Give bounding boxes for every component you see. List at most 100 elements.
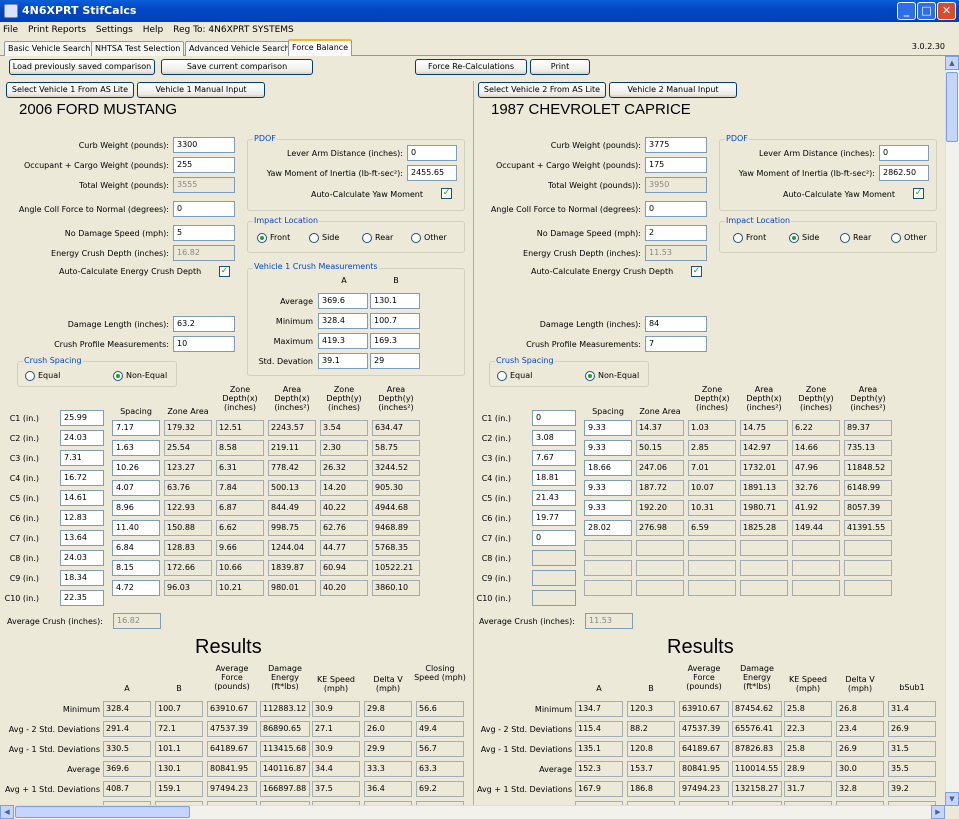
v2-average-crush-label: Average Crush (inches): xyxy=(479,617,575,626)
save-comparison-button[interactable]: Save current comparison xyxy=(161,59,313,75)
v1-c6-field[interactable]: 12.83 xyxy=(60,510,104,526)
v2-zone-5-col-1[interactable]: 9.33 xyxy=(584,500,632,516)
v1-zone-4-col-1[interactable]: 4.07 xyxy=(112,480,160,496)
print-button[interactable]: Print xyxy=(530,59,590,75)
v1-impact-rear-radio[interactable] xyxy=(362,233,372,243)
menu-print-reports[interactable]: Print Reports xyxy=(28,25,86,35)
v2-zone-3-col-1[interactable]: 18.66 xyxy=(584,460,632,476)
v2-spacing-nonequal-radio[interactable] xyxy=(585,371,595,381)
v1-lever-arm-field[interactable]: 0 xyxy=(407,145,457,161)
v2-select-from-as-lite-button[interactable]: Select Vehicle 2 From AS Lite xyxy=(478,82,606,98)
menu-settings[interactable]: Settings xyxy=(96,25,133,35)
v1-c1-field[interactable]: 25.99 xyxy=(60,410,104,426)
v2-lever-arm-field[interactable]: 0 xyxy=(879,145,929,161)
tab-advanced-vehicle-search[interactable]: Advanced Vehicle Search xyxy=(185,41,294,56)
v1-auto-energy-crush-checkbox[interactable]: ✓ xyxy=(219,266,230,277)
v1-curb-weight-field[interactable]: 3300 xyxy=(173,137,235,153)
v2-c5-field[interactable]: 21.43 xyxy=(532,490,576,506)
v1-results-cell: 56.6 xyxy=(416,701,464,717)
v2-damage-length-field[interactable]: 84 xyxy=(645,316,707,332)
v2-c4-field[interactable]: 18.81 xyxy=(532,470,576,486)
v1-zone-9-col-1[interactable]: 4.72 xyxy=(112,580,160,596)
v1-zone-6-col-1[interactable]: 11.40 xyxy=(112,520,160,536)
v1-results-cell: 64189.67 xyxy=(207,741,257,757)
v2-c7-field[interactable]: 0 xyxy=(532,530,576,546)
v2-curb-weight-field[interactable]: 3775 xyxy=(645,137,707,153)
v1-results-cell: 408.7 xyxy=(103,781,151,797)
v1-no-damage-speed-field[interactable]: 5 xyxy=(173,225,235,241)
v2-c3-field[interactable]: 7.67 xyxy=(532,450,576,466)
v2-zone-4-col-1[interactable]: 9.33 xyxy=(584,480,632,496)
v2-c2-field[interactable]: 3.08 xyxy=(532,430,576,446)
v2-occupant-cargo-weight-field[interactable]: 175 xyxy=(645,157,707,173)
close-button[interactable]: ✕ xyxy=(937,2,956,20)
v2-angle-coll-force-field[interactable]: 0 xyxy=(645,201,707,217)
v2-c6-field[interactable]: 19.77 xyxy=(532,510,576,526)
v1-yaw-moment-field[interactable]: 2455.65 xyxy=(407,165,457,181)
v1-zone-3-col-1[interactable]: 10.26 xyxy=(112,460,160,476)
v2-c1-field[interactable]: 0 xyxy=(532,410,576,426)
v1-impact-side-radio[interactable] xyxy=(309,233,319,243)
force-recalculations-button[interactable]: Force Re-Calculations xyxy=(415,59,527,75)
v2-crush-profile-field[interactable]: 7 xyxy=(645,336,707,352)
v2-vehicle-name: 1987 CHEVROLET CAPRICE xyxy=(491,101,691,118)
v2-auto-energy-crush-checkbox[interactable]: ✓ xyxy=(691,266,702,277)
v1-spacing-nonequal-radio[interactable] xyxy=(113,371,123,381)
scroll-right-icon[interactable]: ▶ xyxy=(931,805,945,819)
vertical-scrollbar[interactable] xyxy=(945,56,959,806)
scroll-left-icon[interactable]: ◀ xyxy=(0,805,14,819)
minimize-button[interactable]: _ xyxy=(897,2,916,20)
v1-c7-field[interactable]: 13.64 xyxy=(60,530,104,546)
vertical-scroll-thumb[interactable] xyxy=(946,72,958,142)
maximize-button[interactable]: □ xyxy=(917,2,936,20)
v1-crush-profile-field[interactable]: 10 xyxy=(173,336,235,352)
v1-auto-yaw-checkbox[interactable]: ✓ xyxy=(441,188,452,199)
menu-help[interactable]: Help xyxy=(143,25,164,35)
tab-force-balance[interactable]: Force Balance xyxy=(288,39,353,56)
v1-impact-other-radio[interactable] xyxy=(411,233,421,243)
v1-manual-input-button[interactable]: Vehicle 1 Manual Input xyxy=(137,82,265,98)
v1-damage-length-label: Damage Length (inches): xyxy=(67,320,169,329)
v2-auto-yaw-checkbox[interactable]: ✓ xyxy=(913,188,924,199)
v1-c10-field[interactable]: 22.35 xyxy=(60,590,104,606)
horizontal-scroll-thumb[interactable] xyxy=(15,806,190,818)
v2-zone-2-col-1[interactable]: 9.33 xyxy=(584,440,632,456)
v1-c8-field[interactable]: 24.03 xyxy=(60,550,104,566)
v2-zone-6-col-1[interactable]: 28.02 xyxy=(584,520,632,536)
v1-zone-7-col-1[interactable]: 6.84 xyxy=(112,540,160,556)
tab-nhtsa-test-selection[interactable]: NHTSA Test Selection xyxy=(91,41,185,56)
v1-zone-2-col-1[interactable]: 1.63 xyxy=(112,440,160,456)
v1-impact-front-radio[interactable] xyxy=(257,233,267,243)
v1-angle-coll-force-field[interactable]: 0 xyxy=(173,201,235,217)
v1-select-from-as-lite-button[interactable]: Select Vehicle 1 From AS Lite xyxy=(6,82,134,98)
v1-damage-length-field[interactable]: 63.2 xyxy=(173,316,235,332)
menu-file[interactable]: File xyxy=(3,25,18,35)
v2-impact-front-radio[interactable] xyxy=(733,233,743,243)
v1-spacing-equal-radio[interactable] xyxy=(25,371,35,381)
v2-results-cell: 28.9 xyxy=(784,761,832,777)
v1-c3-field[interactable]: 7.31 xyxy=(60,450,104,466)
v1-c4-field[interactable]: 16.72 xyxy=(60,470,104,486)
v2-zone-1-col-1[interactable]: 9.33 xyxy=(584,420,632,436)
v1-zone-5-col-1[interactable]: 8.96 xyxy=(112,500,160,516)
v1-c2-field[interactable]: 24.03 xyxy=(60,430,104,446)
v2-yaw-moment-field[interactable]: 2862.50 xyxy=(879,165,929,181)
menu-registration[interactable]: Reg To: 4N6XPRT SYSTEMS xyxy=(173,25,294,35)
v1-results-cell: 140116.87 xyxy=(260,761,310,777)
v2-spacing-equal-radio[interactable] xyxy=(497,371,507,381)
v2-no-damage-speed-field[interactable]: 2 xyxy=(645,225,707,241)
v2-impact-side-radio[interactable] xyxy=(789,233,799,243)
v2-impact-other-radio[interactable] xyxy=(891,233,901,243)
v1-header-zone-depth-y: Zone Depth(y) (inches) xyxy=(326,385,362,412)
v2-impact-rear-radio[interactable] xyxy=(840,233,850,243)
load-comparison-button[interactable]: Load previously saved comparison xyxy=(9,59,155,75)
v1-zone-8-col-1[interactable]: 8.15 xyxy=(112,560,160,576)
v2-manual-input-button[interactable]: Vehicle 2 Manual Input xyxy=(609,82,737,98)
v1-c9-field[interactable]: 18.34 xyxy=(60,570,104,586)
scroll-down-icon[interactable]: ▼ xyxy=(945,792,959,806)
v1-zone-1-col-1[interactable]: 7.17 xyxy=(112,420,160,436)
v1-c5-field[interactable]: 14.61 xyxy=(60,490,104,506)
tab-basic-vehicle-search[interactable]: Basic Vehicle Search xyxy=(4,41,95,56)
v1-occupant-cargo-weight-field[interactable]: 255 xyxy=(173,157,235,173)
scroll-up-icon[interactable]: ▲ xyxy=(945,56,959,70)
